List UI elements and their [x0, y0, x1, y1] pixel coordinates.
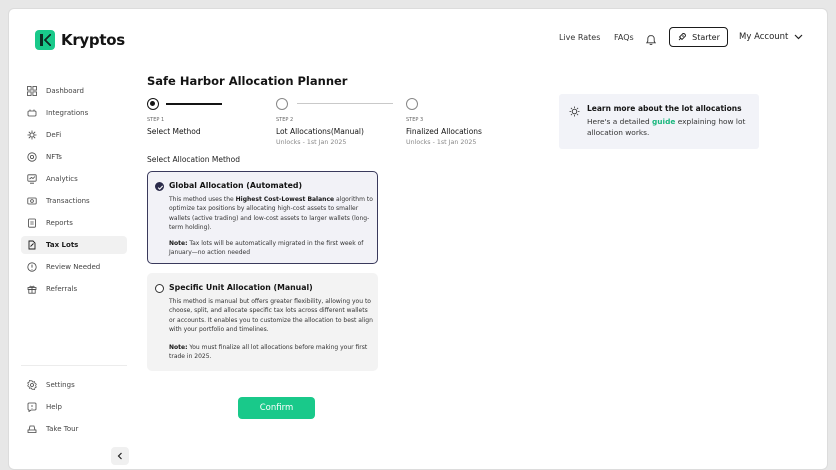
option-note: Note: Tax lots will be automatically mig…: [169, 240, 364, 257]
sidebar-item-label: DeFi: [46, 131, 62, 139]
plug-icon: [27, 108, 37, 118]
top-header: Kryptos Live Rates FAQs Starter My Accou…: [9, 9, 827, 65]
brand-name: Kryptos: [61, 31, 125, 49]
live-rates-link[interactable]: Live Rates: [559, 33, 600, 42]
sidebar-item-analytics[interactable]: Analytics: [21, 170, 127, 188]
lot-allocation-info-card: Learn more about the lot allocations Her…: [559, 94, 759, 149]
specific-unit-allocation-option[interactable]: Specific Unit Allocation (Manual) This m…: [147, 273, 378, 371]
chevron-left-icon: [117, 452, 122, 460]
nft-icon: [27, 152, 37, 162]
reports-icon: [27, 218, 37, 228]
sidebar-item-settings[interactable]: Settings: [21, 376, 127, 394]
sidebar-item-nfts[interactable]: NFTs: [21, 148, 127, 166]
sidebar-item-review-needed[interactable]: Review Needed: [21, 258, 127, 276]
info-title: Learn more about the lot allocations: [587, 104, 742, 113]
option-title: Specific Unit Allocation (Manual): [169, 282, 313, 292]
tax-lots-icon: [27, 240, 37, 250]
sidebar-item-label: Transactions: [46, 197, 90, 205]
sidebar-item-label: Review Needed: [46, 263, 101, 271]
account-label: My Account: [739, 32, 789, 42]
sidebar-item-label: Take Tour: [46, 425, 79, 433]
defi-icon: [27, 130, 37, 140]
radio-selected-icon[interactable]: [155, 182, 164, 191]
confirm-button[interactable]: Confirm: [238, 397, 315, 419]
faqs-link[interactable]: FAQs: [614, 33, 634, 42]
gear-icon: [27, 380, 37, 390]
starter-plan-button[interactable]: Starter: [669, 27, 728, 47]
my-account-menu[interactable]: My Account: [739, 32, 803, 42]
sidebar-item-label: Reports: [46, 219, 73, 227]
sidebar-item-defi[interactable]: DeFi: [21, 126, 127, 144]
sidebar-item-take-tour[interactable]: Take Tour: [21, 420, 127, 438]
sidebar-item-transactions[interactable]: Transactions: [21, 192, 127, 210]
lightbulb-icon: [569, 102, 580, 121]
grid-icon: [27, 86, 37, 96]
global-allocation-option[interactable]: Global Allocation (Automated) This metho…: [147, 171, 378, 264]
page-title: Safe Harbor Allocation Planner: [147, 74, 348, 88]
tour-icon: [27, 424, 37, 434]
sidebar-item-label: Dashboard: [46, 87, 84, 95]
step-2-number: STEP 2: [276, 117, 294, 123]
sidebar-item-tax-lots[interactable]: Tax Lots: [21, 236, 127, 254]
step-1-number: STEP 1: [147, 117, 165, 123]
app-window: Kryptos Live Rates FAQs Starter My Accou…: [8, 8, 828, 470]
step-3-unlock-date: Unlocks - 1st Jan 2025: [406, 139, 477, 146]
sidebar-item-label: NFTs: [46, 153, 62, 161]
help-icon: [27, 402, 37, 412]
sidebar-item-label: Integrations: [46, 109, 89, 117]
step-3-number: STEP 3: [406, 117, 424, 123]
analytics-icon: [27, 174, 37, 184]
step-1-title: Select Method: [147, 127, 201, 136]
radio-unselected-icon[interactable]: [155, 284, 164, 293]
step-3-indicator: [406, 98, 418, 110]
sidebar-item-integrations[interactable]: Integrations: [21, 104, 127, 122]
option-description: This method is manual but offers greater…: [169, 298, 373, 333]
guide-link[interactable]: guide: [652, 117, 675, 126]
option-title: Global Allocation (Automated): [169, 180, 303, 190]
option-note: Note: You must finalize all lot allocati…: [169, 344, 368, 361]
collapse-sidebar-button[interactable]: [111, 447, 129, 465]
sidebar-item-help[interactable]: Help: [21, 398, 127, 416]
kryptos-logo-icon: [35, 30, 55, 50]
sidebar-item-reports[interactable]: Reports: [21, 214, 127, 232]
step-2-indicator: [276, 98, 288, 110]
rocket-icon: [678, 33, 687, 41]
select-method-label: Select Allocation Method: [147, 155, 241, 164]
step-connector-2: [297, 103, 393, 104]
chevron-down-icon: [794, 34, 803, 40]
sidebar: Dashboard Integrations DeFi NFTs Analyti…: [9, 65, 137, 469]
sidebar-divider: [21, 365, 127, 366]
review-icon: [27, 262, 37, 272]
step-1-indicator: [147, 98, 159, 110]
sidebar-item-label: Help: [46, 403, 62, 411]
sidebar-item-label: Referrals: [46, 285, 78, 293]
brand-logo[interactable]: Kryptos: [35, 30, 125, 50]
starter-label: Starter: [692, 32, 720, 42]
sidebar-item-label: Settings: [46, 381, 75, 389]
transactions-icon: [27, 196, 37, 206]
step-3-title: Finalized Allocations: [406, 127, 482, 136]
step-2-unlock-date: Unlocks - 1st Jan 2025: [276, 139, 347, 146]
gift-icon: [27, 284, 37, 294]
sidebar-item-dashboard[interactable]: Dashboard: [21, 82, 127, 100]
step-connector-1: [166, 103, 222, 105]
bell-icon[interactable]: [645, 31, 657, 46]
sidebar-item-label: Analytics: [46, 175, 78, 183]
step-2-title: Lot Allocations(Manual): [276, 127, 364, 136]
info-description: Here's a detailed guide explaining how l…: [587, 117, 746, 137]
option-description: This method uses the Highest Cost-Lowest…: [169, 196, 373, 231]
sidebar-item-referrals[interactable]: Referrals: [21, 280, 127, 298]
sidebar-item-label: Tax Lots: [46, 241, 79, 249]
